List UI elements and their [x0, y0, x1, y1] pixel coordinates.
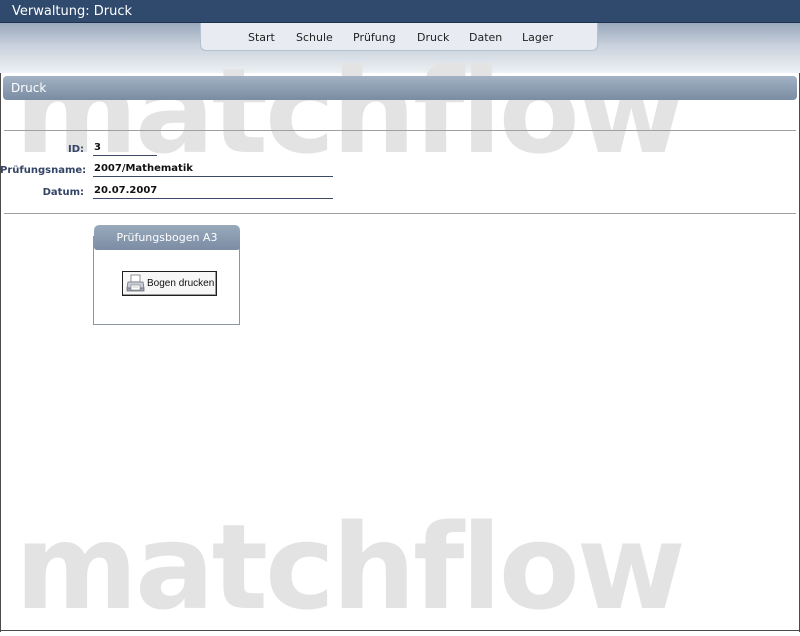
watermark-bottom: matchflow	[15, 498, 686, 636]
nav-lager[interactable]: Lager	[522, 31, 553, 44]
nav-schule[interactable]: Schule	[296, 31, 333, 44]
frame-left	[0, 73, 1, 632]
nav-druck[interactable]: Druck	[417, 31, 449, 44]
print-sheet-button-label: Bogen drucken	[147, 278, 215, 289]
id-label: ID:	[67, 144, 84, 155]
pruefungsname-label: Prüfungsname:	[0, 165, 87, 176]
divider-top	[4, 130, 796, 131]
window-title: Verwaltung: Druck	[0, 0, 800, 23]
frame-bottom	[0, 630, 800, 631]
pruefungsname-value: 2007/Mathematik	[93, 163, 333, 177]
divider-bottom	[4, 213, 796, 214]
main-nav: Start Schule Prüfung Druck Daten Lager	[200, 23, 598, 51]
print-group-title: Prüfungsbogen A3	[94, 225, 240, 250]
panel-title: Druck	[3, 76, 797, 100]
printer-icon	[126, 274, 145, 292]
nav-daten[interactable]: Daten	[469, 31, 502, 44]
id-value: 3	[93, 142, 157, 156]
nav-start[interactable]: Start	[248, 31, 275, 44]
datum-label: Datum:	[42, 187, 84, 198]
nav-pruefung[interactable]: Prüfung	[353, 31, 396, 44]
datum-value: 20.07.2007	[93, 185, 333, 199]
print-sheet-button[interactable]: Bogen drucken	[122, 271, 217, 296]
